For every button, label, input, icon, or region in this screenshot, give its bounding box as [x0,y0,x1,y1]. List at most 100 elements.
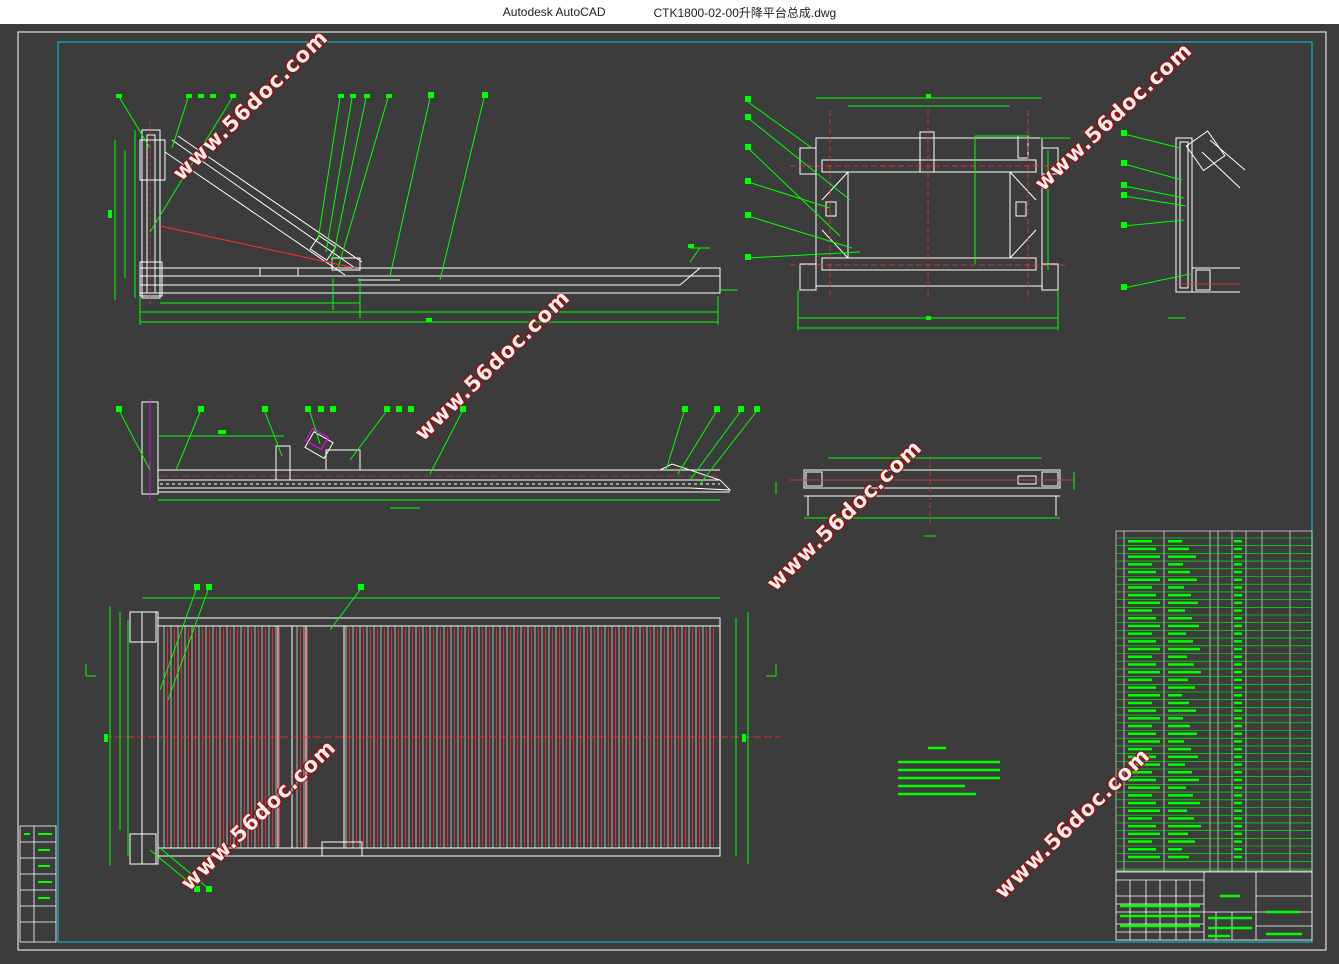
bom-name-cell [1168,848,1182,851]
bom-code-cell [1128,817,1152,820]
bom-name-cell [1168,670,1201,674]
bom-code-cell [1128,732,1156,735]
bom-name-cell [1168,747,1191,751]
bom-code-cell [1128,701,1152,705]
bom-material-cell [1234,655,1242,658]
bom-name-cell [1168,547,1189,551]
bom-name-cell [1168,717,1183,720]
bom-material-cell [1234,848,1242,851]
bom-material-cell [1234,647,1242,651]
bom-material-cell [1234,632,1242,635]
bom-name-cell [1168,832,1188,836]
bom-name-cell [1168,663,1194,666]
bom-code-cell [1128,586,1152,589]
bom-material-cell [1234,609,1242,612]
bom-material-cell [1234,640,1242,643]
bom-material-cell [1234,794,1242,797]
bom-code-cell [1128,809,1160,812]
bom-name-cell [1168,647,1200,651]
bom-material-cell [1234,578,1242,581]
end-view-a [745,94,1070,330]
bom-name-cell [1168,771,1192,774]
bom-material-cell [1234,771,1242,774]
bom-material-cell [1234,717,1242,720]
bom-name-cell [1168,593,1191,597]
bom-material-cell [1234,724,1242,728]
bom-name-cell [1168,578,1197,581]
bom-name-cell [1168,601,1198,605]
bom-name-cell [1168,640,1193,643]
detail-view-right [1121,130,1246,319]
bom-code-cell [1128,848,1156,851]
bom-code-cell [1128,647,1160,651]
bom-code-cell [1128,609,1152,612]
bom-name-cell [1168,609,1185,612]
bom-name-cell [1168,724,1190,728]
bom-name-cell [1168,732,1197,735]
bom-name-cell [1168,570,1190,574]
bom-material-cell [1234,840,1242,843]
bom-code-cell [1128,686,1156,689]
bom-code-cell [1128,617,1156,620]
bom-material-cell [1234,670,1242,674]
bom-name-cell [1168,586,1184,589]
bom-name-cell [1168,563,1183,566]
bom-code-cell [1128,601,1160,605]
bom-name-cell [1168,817,1194,820]
bom-name-cell [1168,755,1198,759]
technical-requirements [898,746,1000,796]
bom-code-cell [1128,593,1156,597]
file-name: CTK1800-02-00升降平台总成.dwg [653,5,837,20]
bom-material-cell [1234,740,1242,743]
bom-name-cell [1168,840,1195,843]
bom-code-cell [1128,801,1156,805]
bom-material-cell [1234,686,1242,689]
bom-name-cell [1168,678,1188,682]
bom-name-cell [1168,778,1199,782]
bom-name-cell [1168,701,1189,705]
bom-name-cell [1168,617,1192,620]
bom-code-cell [1128,663,1156,666]
bom-code-cell [1128,740,1160,743]
bom-code-cell [1128,717,1160,720]
plan-view [85,584,780,892]
bom-name-cell [1168,555,1196,558]
bom-material-cell [1234,809,1242,812]
bom-name-cell [1168,786,1186,789]
bom-material-cell [1234,570,1242,574]
title-block-text [1120,894,1302,938]
bom-material-cell [1234,732,1242,735]
bom-code-cell [1128,832,1160,836]
bom-material-cell [1234,540,1242,543]
bom-material-cell [1234,663,1242,666]
bom-material-cell [1234,832,1242,836]
bom-code-cell [1128,640,1156,643]
bom-material-cell [1234,747,1242,751]
bill-of-materials [1115,530,1313,872]
app-name: Autodesk AutoCAD [502,5,606,19]
bom-name-cell [1168,824,1201,828]
bom-material-cell [1234,755,1242,759]
bom-material-cell [1234,563,1242,566]
bom-material-cell [1234,547,1242,551]
bom-name-cell [1168,794,1193,797]
bom-material-cell [1234,855,1242,859]
bom-code-cell [1128,570,1156,574]
bom-code-cell [1128,694,1160,697]
bom-material-cell [1234,694,1242,697]
bom-material-cell [1234,617,1242,620]
bom-material-cell [1234,709,1242,712]
bom-code-cell [1128,624,1160,628]
bom-code-cell [1128,840,1152,843]
bom-name-cell [1168,763,1185,766]
left-stamp-box [19,825,57,943]
bom-material-cell [1234,786,1242,789]
bom-code-cell [1128,555,1160,558]
window-title-bar: Autodesk AutoCAD CTK1800-02-00升降平台总成.dwg [0,0,1339,24]
bom-code-cell [1128,794,1152,797]
bom-name-cell [1168,809,1187,812]
bom-code-cell [1128,855,1160,859]
bom-material-cell [1234,601,1242,605]
bom-material-cell [1234,778,1242,782]
bom-name-cell [1168,686,1195,689]
